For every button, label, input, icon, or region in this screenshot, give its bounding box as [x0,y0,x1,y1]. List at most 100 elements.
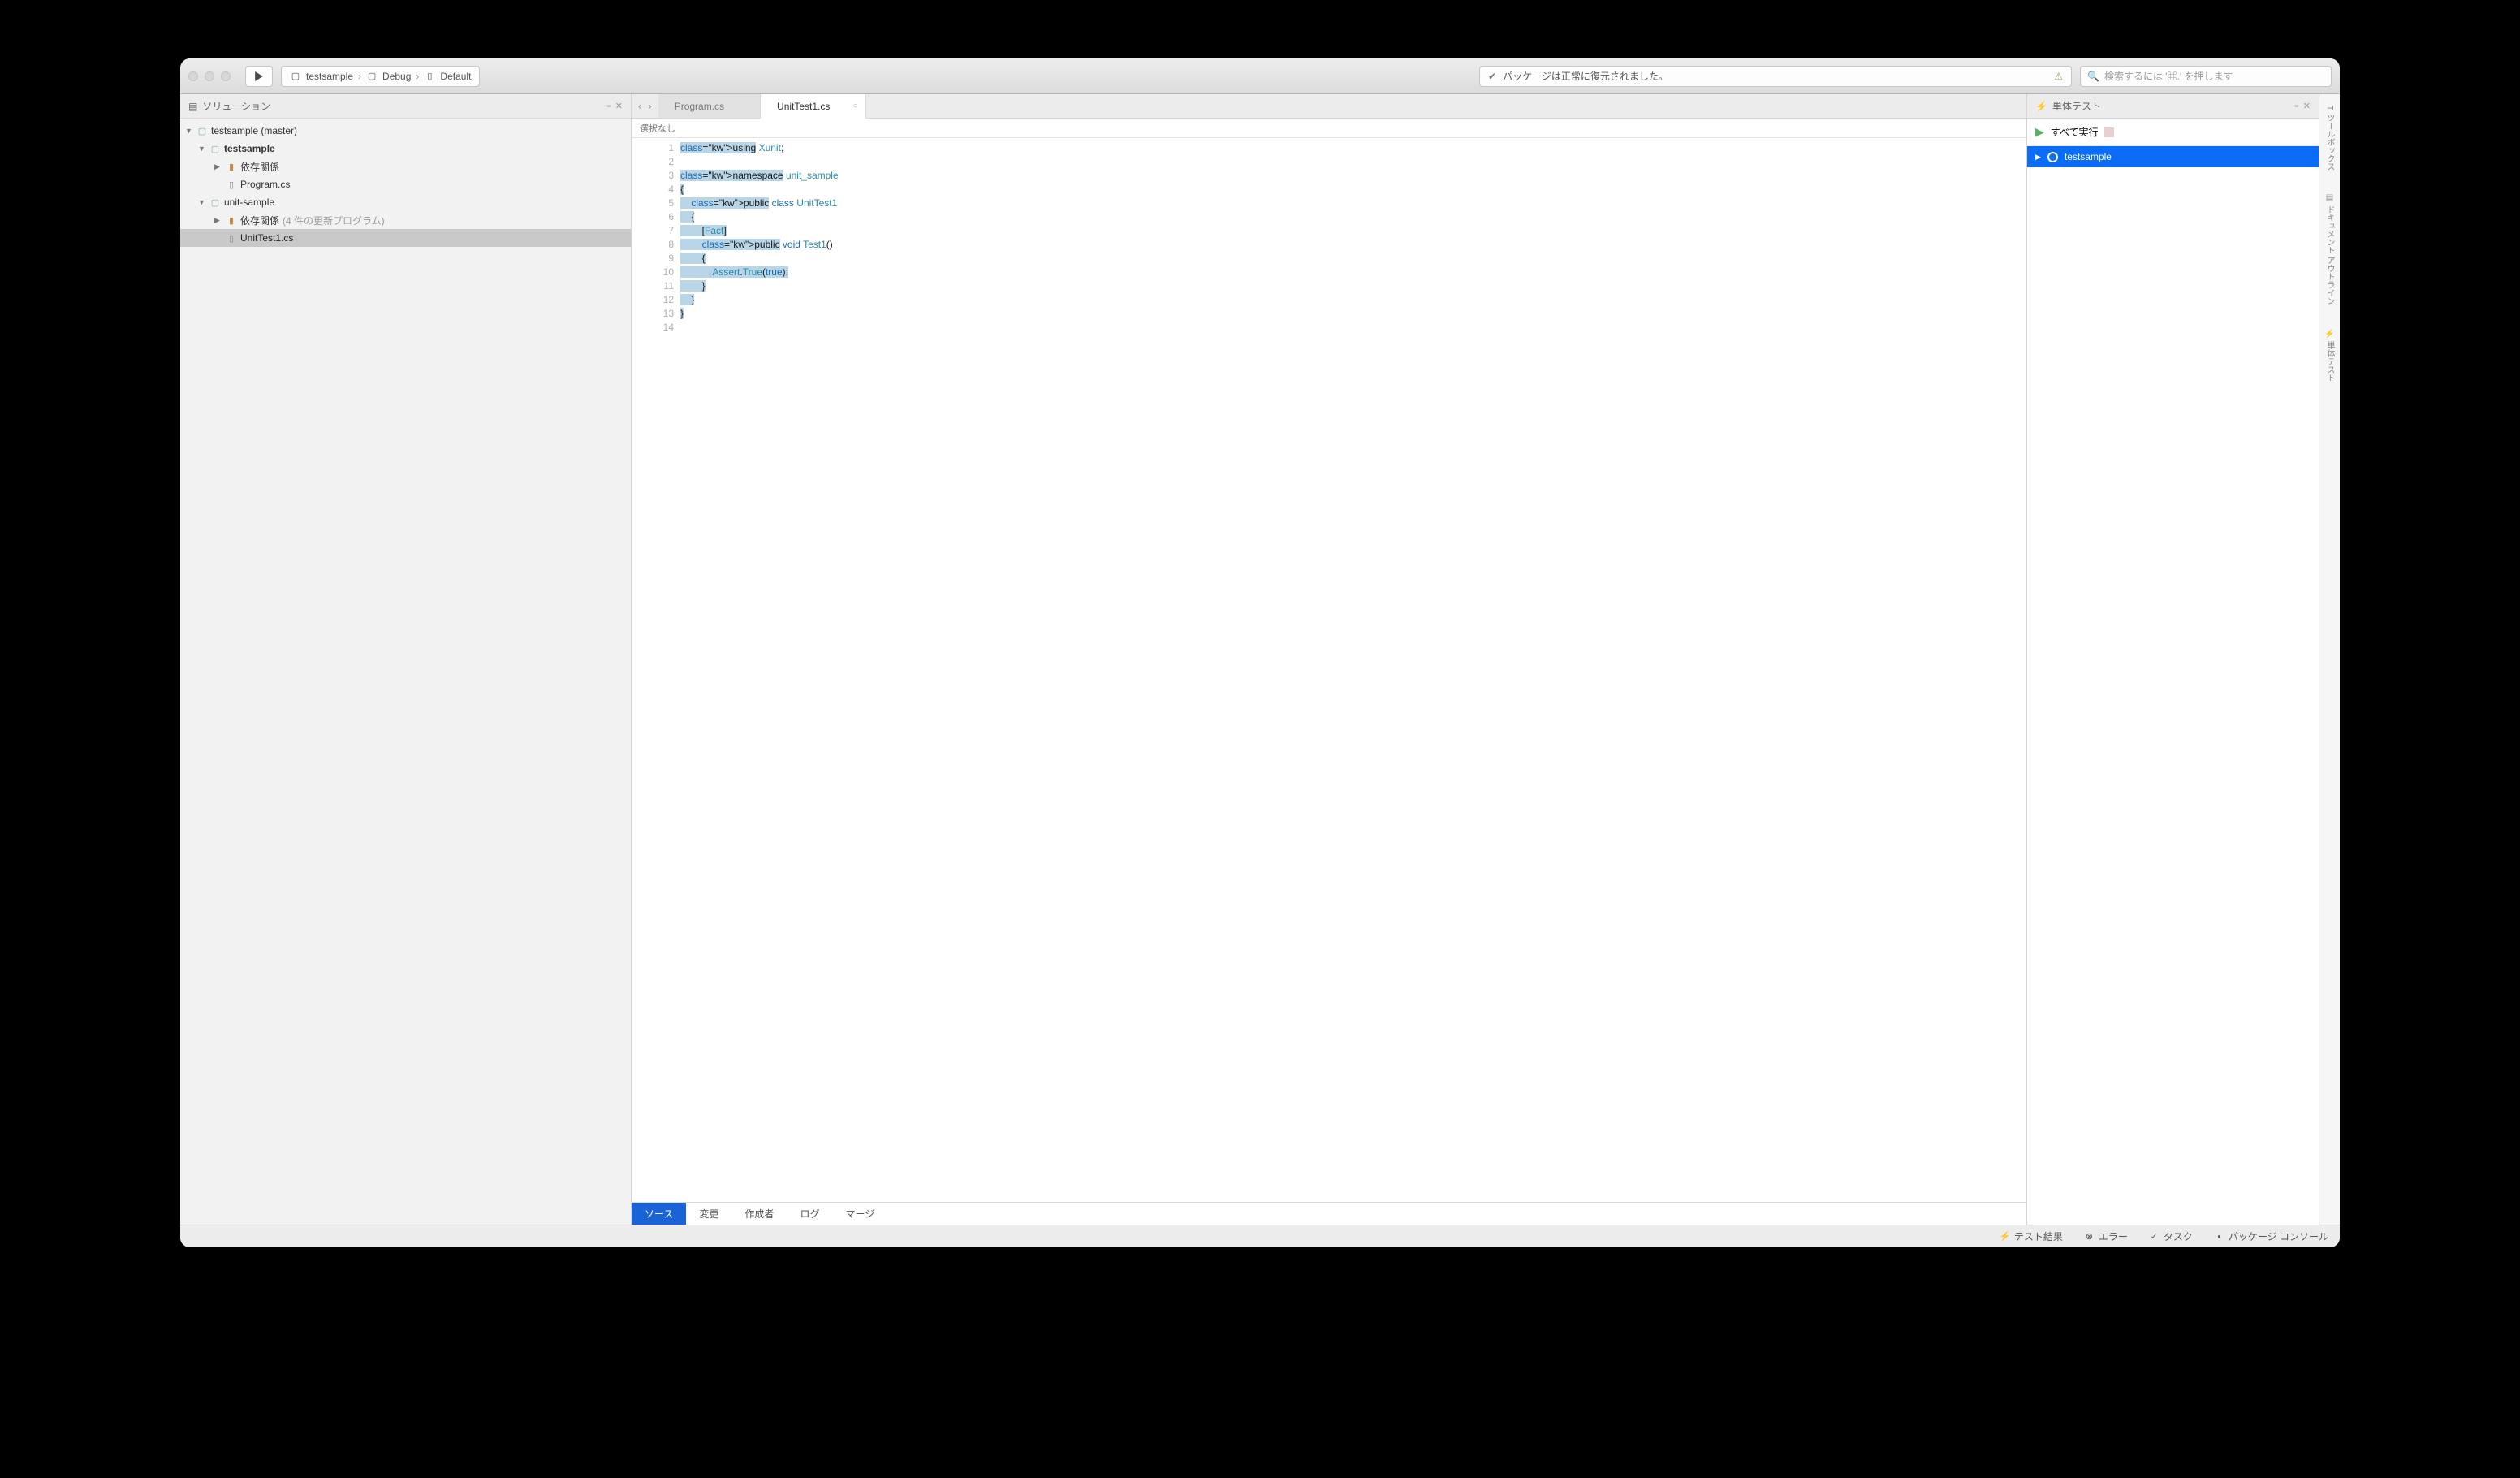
unit-test-panel-header: ⚡ 単体テスト ▫ ✕ [2027,94,2319,119]
panel-close-icon[interactable]: ✕ [615,101,623,111]
bottom-tab-authors[interactable]: 作成者 [731,1203,787,1225]
editor-tab-row: ‹ › Program.cs UnitTest1.cs ○ [632,94,2026,119]
folder-icon: ▮ [226,161,237,172]
panel-close-icon[interactable]: ✕ [2303,101,2311,111]
editor-tab-active[interactable]: UnitTest1.cs ○ [761,94,866,119]
config-icon: ▢ [366,71,378,82]
disclosure-closed-icon[interactable]: ▶ [214,216,222,225]
bottom-tab-changes[interactable]: 変更 [686,1203,731,1225]
line-gutter: 1234567891011121314 [632,138,680,1202]
tree-dependencies[interactable]: ▶ ▮ 依存関係 (4 件の更新プログラム) [180,211,631,229]
status-test-results[interactable]: ⚡テスト結果 [2000,1230,2063,1243]
toolbox-icon: T [2325,106,2334,110]
nav-back-icon[interactable]: ‹ [638,100,641,112]
test-status-icon [2048,152,2058,162]
proj2-label: unit-sample [224,197,274,208]
run-button[interactable] [245,66,273,87]
solution-icon: ▤ [188,101,197,112]
proj1-label: testsample [224,143,275,154]
deps-label: 依存関係 [240,214,279,227]
status-package-console[interactable]: ▪パッケージ コンソール [2214,1230,2328,1243]
code-editor[interactable]: 1234567891011121314 class="kw">using Xun… [632,138,2026,1202]
ide-window: ▢ testsample › ▢ Debug › ▯ Default ✔ パッケ… [180,58,2340,1247]
crumb-project: testsample [306,71,353,82]
console-icon: ▪ [2214,1231,2224,1242]
panel-pin-icon[interactable]: ▫ [2295,102,2298,111]
deps-label: 依存関係 [240,160,279,174]
error-icon: ⊗ [2084,1231,2095,1242]
code-content[interactable]: class="kw">using Xunit; class="kw">names… [680,138,2026,1202]
bottom-tab-merge[interactable]: マージ [832,1203,887,1225]
editor-breadcrumb[interactable]: 選択なし [632,119,2026,138]
folder-icon: ▮ [226,214,237,226]
search-icon: 🔍 [2087,71,2099,82]
right-rail: Tツールボックス ▤ドキュメント アウトライン ⚡単体テスト [2319,94,2340,1225]
close-window-icon[interactable] [188,71,198,81]
zoom-window-icon[interactable] [221,71,231,81]
disclosure-closed-icon[interactable]: ▶ [2035,153,2041,162]
project-icon: ▢ [209,143,221,154]
panel-title: ソリューション [202,99,270,113]
search-input[interactable]: 🔍 検索するには '⌘.' を押します [2080,66,2332,87]
tree-project[interactable]: ▼ ▢ testsample [180,140,631,158]
run-all-label[interactable]: すべて実行 [2051,125,2099,139]
tree-dependencies[interactable]: ▶ ▮ 依存関係 [180,158,631,175]
panel-pin-icon[interactable]: ▫ [607,102,611,111]
tab-label: Program.cs [675,101,724,112]
crumb-text: 選択なし [640,122,675,135]
minimize-window-icon[interactable] [205,71,214,81]
disclosure-open-icon[interactable]: ▼ [185,127,193,135]
panel-title: 単体テスト [2052,99,2101,113]
deps-update-note: (4 件の更新プログラム) [283,214,385,227]
test-tree-item[interactable]: ▶ testsample [2027,146,2319,167]
editor-bottom-tabs: ソース 変更 作成者 ログ マージ [632,1202,2026,1225]
status-message: ✔ パッケージは正常に復元されました。 ⚠ [1479,66,2072,87]
crumb-config: Debug [382,71,411,82]
tree-root[interactable]: ▼ ▢ testsample (master) [180,122,631,140]
disclosure-open-icon[interactable]: ▼ [198,145,206,153]
run-all-icon[interactable]: ▶ [2035,125,2044,139]
chevron-right-icon: › [358,71,361,82]
bolt-icon: ⚡ [2000,1231,2010,1242]
solution-icon: ▢ [196,125,208,136]
root-label: testsample (master) [211,125,297,136]
rail-tab-toolbox[interactable]: Tツールボックス [2324,102,2336,174]
disclosure-closed-icon[interactable]: ▶ [214,162,222,171]
rail-tab-outline[interactable]: ▤ドキュメント アウトライン [2324,190,2336,309]
rail-tab-unit-test[interactable]: ⚡単体テスト [2324,325,2336,385]
crumb-target: Default [440,71,471,82]
config-breadcrumb[interactable]: ▢ testsample › ▢ Debug › ▯ Default [281,66,480,87]
main-body: ▤ ソリューション ▫ ✕ ▼ ▢ testsample (master) ▼ … [180,94,2340,1225]
status-text: パッケージは正常に復元されました。 [1503,69,1668,83]
unit-test-panel: ⚡ 単体テスト ▫ ✕ ▶ すべて実行 ▶ testsample [2026,94,2319,1225]
chevron-right-icon: › [416,71,419,82]
bottom-tab-source[interactable]: ソース [632,1203,686,1225]
device-icon: ▯ [424,71,435,82]
project-icon: ▢ [209,197,221,208]
disclosure-open-icon[interactable]: ▼ [198,198,206,206]
tree-file[interactable]: ▯ Program.cs [180,175,631,193]
file-label: Program.cs [240,179,290,190]
stop-tests-icon[interactable] [2104,127,2114,137]
solution-panel-header: ▤ ソリューション ▫ ✕ [180,94,631,119]
warning-icon[interactable]: ⚠ [2054,71,2063,82]
bottom-tab-log[interactable]: ログ [787,1203,832,1225]
tab-label: UnitTest1.cs [777,101,830,112]
tree-file-selected[interactable]: ▯ UnitTest1.cs [180,229,631,247]
nav-forward-icon[interactable]: › [648,100,651,112]
editor-nav-arrows: ‹ › [632,94,658,118]
tab-dirty-icon[interactable]: ○ [852,102,857,110]
outline-icon: ▤ [2325,193,2334,202]
check-icon: ✓ [2149,1231,2160,1242]
top-toolbar: ▢ testsample › ▢ Debug › ▯ Default ✔ パッケ… [180,58,2340,94]
project-icon: ▢ [290,71,301,82]
search-placeholder: 検索するには '⌘.' を押します [2104,69,2233,83]
editor-tab[interactable]: Program.cs [658,94,761,118]
status-errors[interactable]: ⊗エラー [2084,1230,2128,1243]
solution-tree[interactable]: ▼ ▢ testsample (master) ▼ ▢ testsample ▶… [180,119,631,1225]
status-tasks[interactable]: ✓タスク [2149,1230,2193,1243]
window-controls [188,71,231,81]
test-item-label: testsample [2065,151,2112,162]
play-icon [254,71,264,81]
tree-project[interactable]: ▼ ▢ unit-sample [180,193,631,211]
